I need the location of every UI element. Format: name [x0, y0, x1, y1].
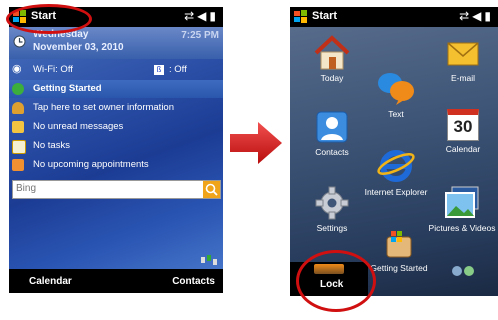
- search-input[interactable]: [13, 181, 202, 196]
- envelope-icon: [12, 121, 24, 133]
- contacts-card-icon: [316, 111, 348, 143]
- tile-label: Contacts: [315, 147, 349, 157]
- start-highlight-circle: [6, 4, 92, 34]
- right-arrow-icon: [230, 122, 282, 164]
- tile-label: Calendar: [445, 144, 481, 154]
- tasks-row[interactable]: No tasks: [9, 137, 223, 155]
- text-tile[interactable]: Text: [376, 69, 416, 119]
- email-tile[interactable]: E-mail: [438, 35, 488, 83]
- today-screen: Start ⇄◀︎▮ Wednesday November 03, 2010 7…: [9, 7, 223, 293]
- wifi-icon: ◉: [12, 63, 22, 75]
- windows-logo-icon[interactable]: [294, 10, 307, 23]
- pictures-videos-tile[interactable]: Pictures & Videos: [426, 185, 498, 233]
- owner-info-row[interactable]: Tap here to set owner information: [9, 99, 223, 117]
- lock-highlight-circle: [296, 250, 376, 312]
- getting-started-icon: [386, 231, 412, 258]
- start-title: Start: [312, 10, 338, 22]
- calendar-day: 30: [453, 117, 473, 136]
- clock-icon: [13, 35, 26, 48]
- contacts-softkey[interactable]: Contacts: [172, 276, 215, 287]
- row-label: No tasks: [33, 140, 70, 151]
- tile-label: Text: [388, 109, 404, 119]
- chat-bubbles-icon: [378, 73, 414, 105]
- status-icons: ⇄◀︎▮: [459, 9, 494, 23]
- green-check-icon: [12, 83, 24, 95]
- network-icon: [201, 255, 217, 265]
- getting-started-row[interactable]: Getting Started: [9, 80, 223, 98]
- time-text: 7:25 PM: [181, 30, 219, 41]
- wifi-label: Wi-Fi: Off: [33, 64, 73, 75]
- messages-row[interactable]: No unread messages: [9, 118, 223, 136]
- calendar-icon: 30: [447, 109, 479, 141]
- row-label: No unread messages: [33, 121, 124, 132]
- tile-label: E-mail: [450, 73, 476, 83]
- appointments-row[interactable]: No upcoming appointments: [9, 156, 223, 174]
- internet-explorer-tile[interactable]: Internet Explorer: [360, 145, 432, 197]
- calendar-icon: [12, 159, 24, 171]
- tile-label: Pictures & Videos: [428, 223, 496, 233]
- search-icon: [205, 183, 218, 196]
- gear-icon: [315, 186, 349, 220]
- row-label: Tap here to set owner information: [33, 102, 174, 113]
- calendar-softkey[interactable]: Calendar: [29, 276, 72, 287]
- more-apps-icon: [452, 266, 474, 276]
- tile-label: Today: [320, 73, 344, 83]
- tile-label: Settings: [316, 223, 348, 233]
- bluetooth-label: : Off: [169, 64, 187, 75]
- tasks-icon: [12, 140, 26, 154]
- pictures-icon: [445, 186, 479, 218]
- search-box[interactable]: [12, 180, 221, 199]
- status-icons: ⇄◀︎▮: [184, 9, 219, 23]
- date-text: November 03, 2010: [33, 42, 124, 53]
- search-button[interactable]: [203, 181, 220, 198]
- tile-label: Internet Explorer: [364, 187, 428, 197]
- settings-tile[interactable]: Settings: [310, 185, 354, 233]
- internet-explorer-icon: [377, 150, 415, 182]
- bluetooth-icon: ß: [154, 65, 164, 75]
- getting-started-tile[interactable]: Getting Started: [366, 229, 432, 273]
- tile-label: Getting Started: [370, 263, 428, 273]
- wifi-row[interactable]: ◉ Wi-Fi: Off ß : Off: [9, 61, 223, 79]
- envelope-icon: [447, 42, 479, 66]
- row-label: Getting Started: [33, 83, 102, 94]
- softkey-bar: Calendar Contacts: [9, 269, 223, 293]
- calendar-tile[interactable]: 30 Calendar: [440, 109, 486, 154]
- house-icon: [314, 35, 350, 70]
- title-bar: Start ⇄◀︎▮: [290, 7, 498, 27]
- contacts-tile[interactable]: Contacts: [310, 109, 354, 157]
- today-tile[interactable]: Today: [310, 35, 354, 83]
- owner-icon: [12, 102, 24, 114]
- row-label: No upcoming appointments: [33, 159, 149, 170]
